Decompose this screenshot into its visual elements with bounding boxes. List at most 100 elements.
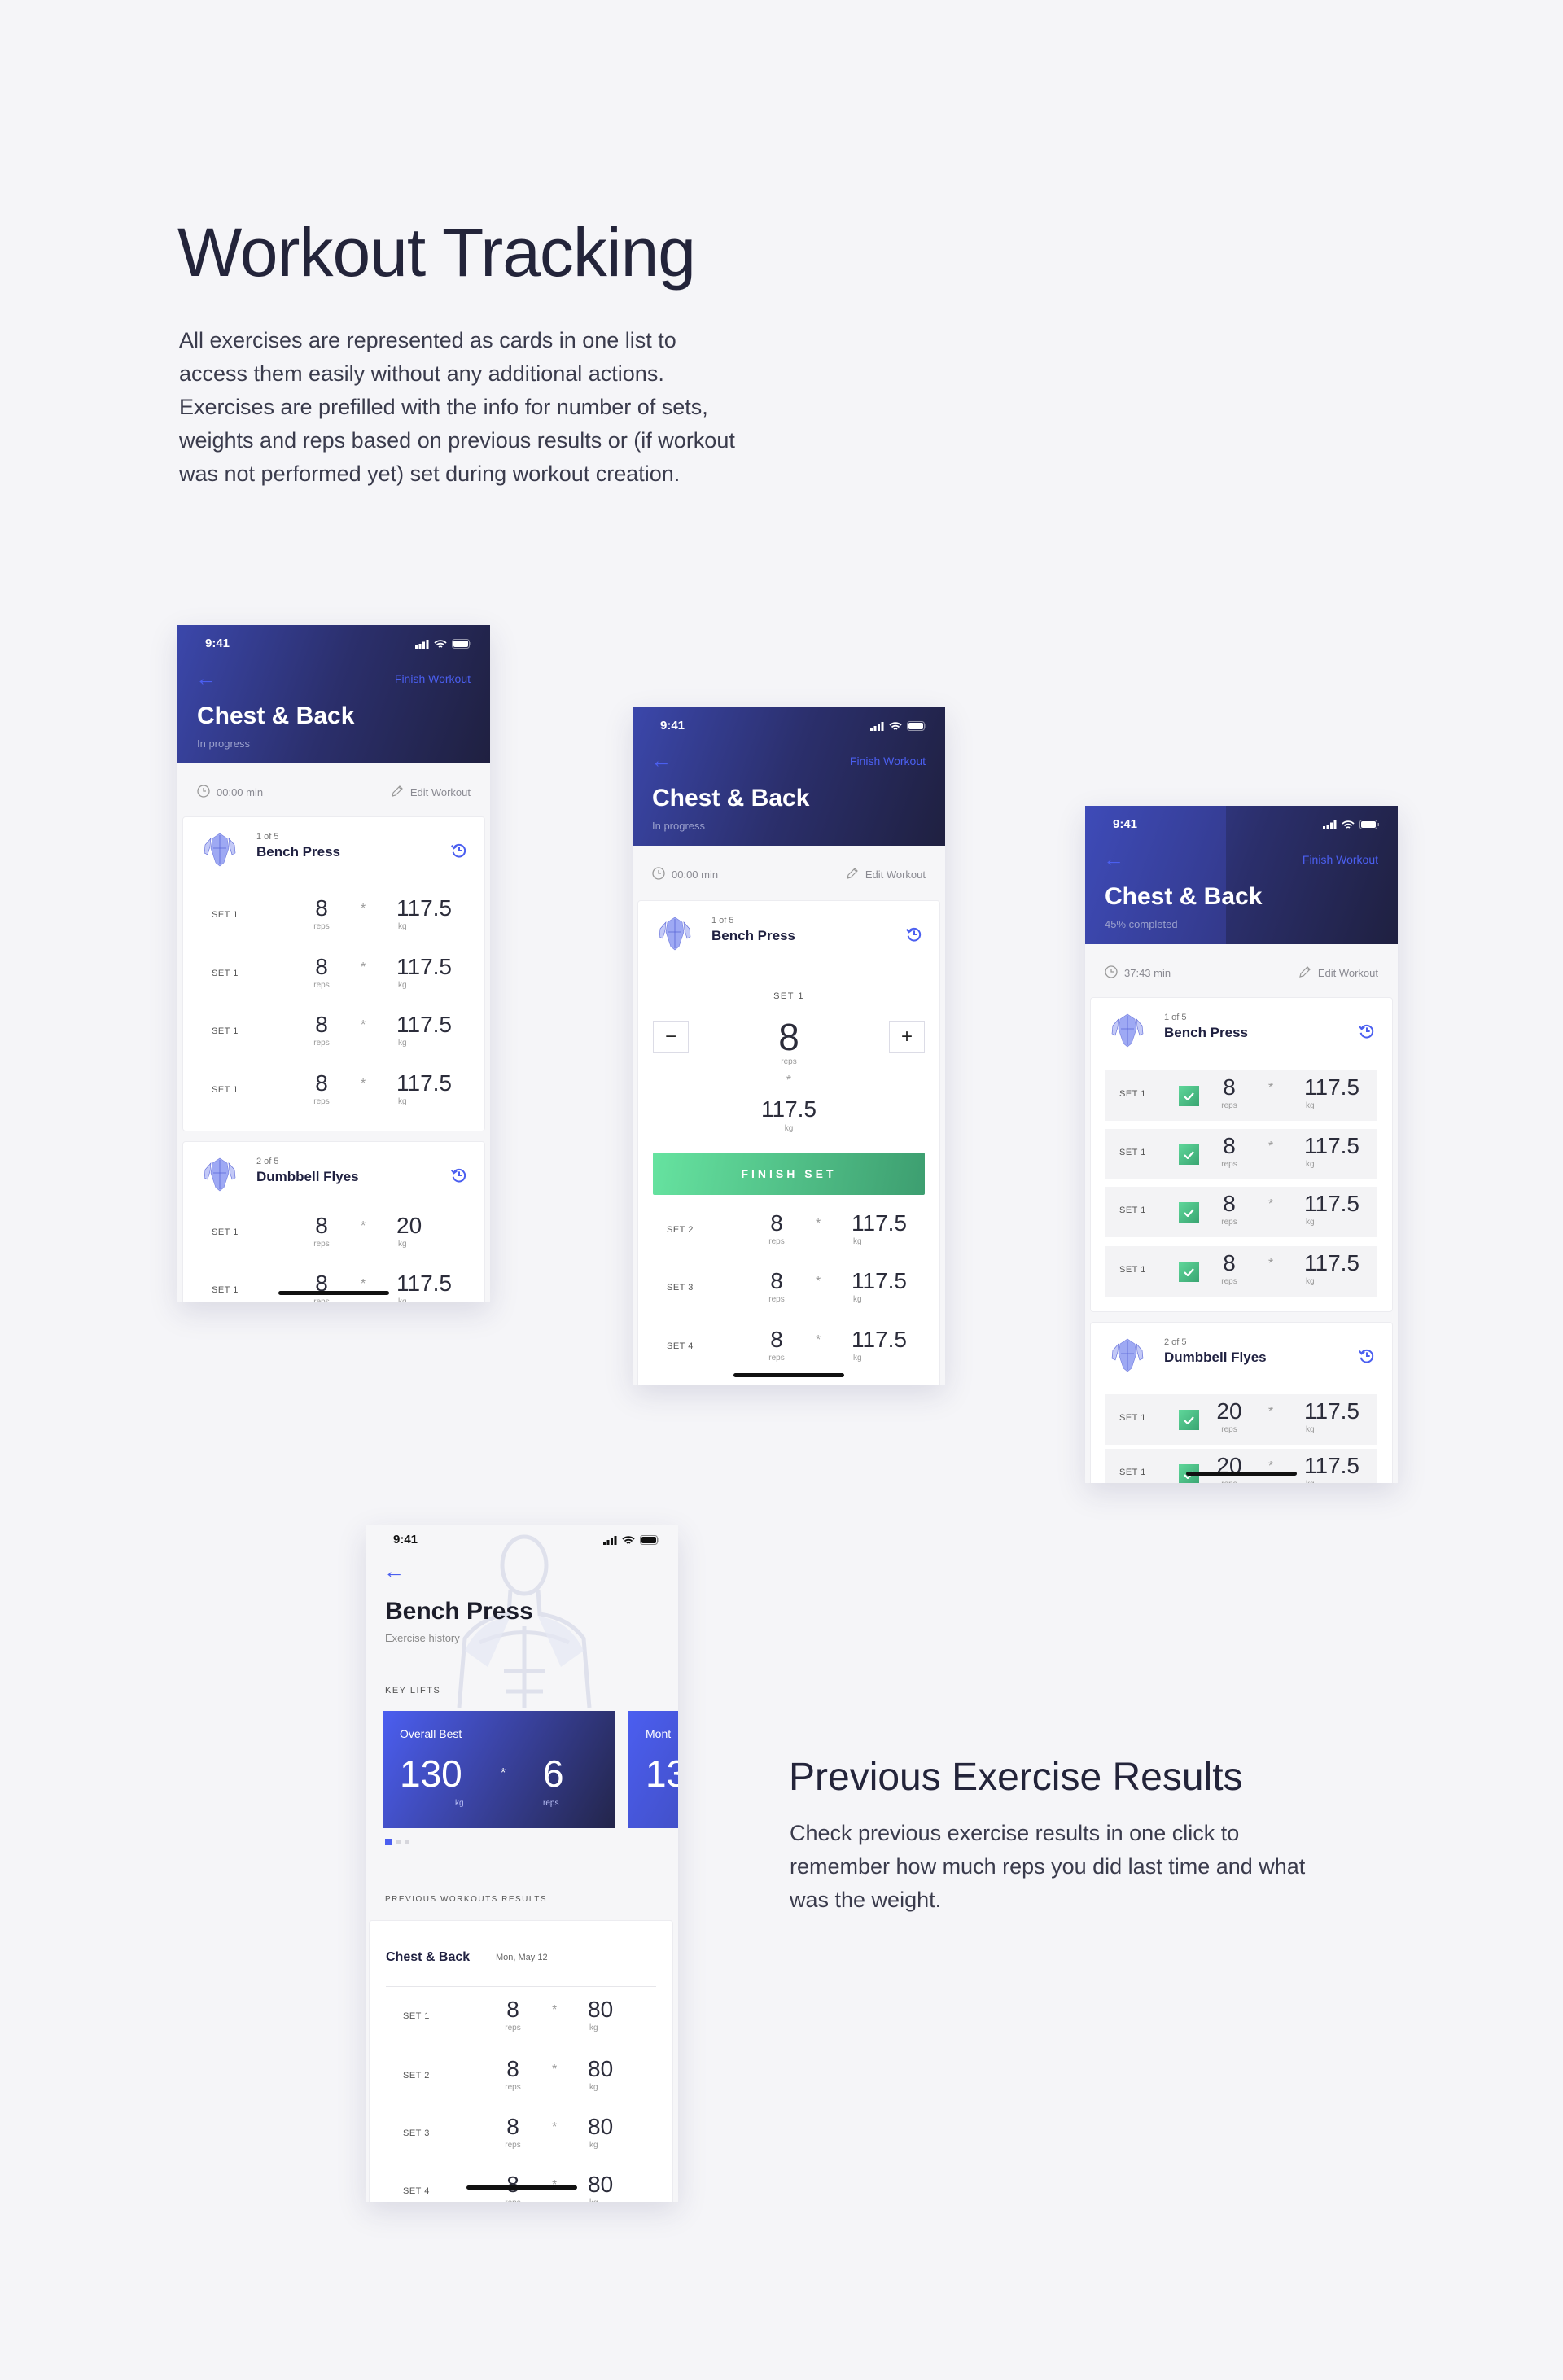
set-row[interactable]: SET 1 8 reps * 117.5 kg [183, 1267, 484, 1302]
key-lift-card[interactable]: Mont 13 [628, 1711, 678, 1828]
reps-value[interactable]: 8 [760, 1327, 793, 1353]
edit-workout-button[interactable]: Edit Workout [391, 785, 471, 800]
reps-value[interactable]: 8 [1213, 1250, 1246, 1276]
history-icon[interactable] [450, 1166, 468, 1184]
reps-value[interactable]: 8 [497, 2172, 529, 2198]
history-card[interactable]: Chest & Back Mon, May 12 SET 1 8 reps * … [369, 1920, 673, 2202]
set-row[interactable]: SET 1 8 reps * 117.5 kg [183, 1008, 484, 1057]
weight-value[interactable]: 80 [588, 1997, 613, 2023]
weight-value[interactable]: 117.5 [852, 1268, 907, 1294]
clock-icon [197, 785, 210, 800]
weight-value[interactable]: 117.5 [396, 1070, 452, 1096]
weight-value[interactable]: 117.5 [1304, 1250, 1359, 1276]
set-done-checkbox[interactable] [1179, 1262, 1199, 1282]
set-row[interactable]: SET 1 20 reps * 117.5 kg [1091, 1394, 1392, 1445]
history-icon[interactable] [1358, 1347, 1376, 1365]
weight-value[interactable]: 117.5 [1304, 1133, 1359, 1159]
weight-value[interactable]: 117.5 [396, 895, 452, 921]
set-row[interactable]: SET 2 8 reps * 80 kg [374, 2053, 672, 2102]
workout-title: Chest & Back [1105, 883, 1263, 910]
set-done-checkbox[interactable] [1179, 1202, 1199, 1223]
weight-value[interactable]: 117.5 [396, 1012, 452, 1038]
exercise-card[interactable]: 1 of 5 Bench Press SET 1 − + 8 reps * 11… [637, 900, 940, 1385]
status-icons [603, 1534, 660, 1549]
pencil-icon [391, 785, 404, 800]
set-row[interactable]: SET 1 8 reps * 117.5 kg [1091, 1129, 1392, 1179]
exercise-card[interactable]: 2 of 5 Dumbbell Flyes SET 1 8 reps * 20 … [182, 1141, 485, 1302]
reps-value[interactable]: 8 [305, 1012, 338, 1038]
set-done-checkbox[interactable] [1179, 1410, 1199, 1430]
reps-value[interactable]: 20 [1213, 1398, 1246, 1424]
weight-value[interactable]: 117.5 [396, 1271, 452, 1297]
reps-value[interactable]: 8 [760, 1268, 793, 1294]
carousel-dot[interactable] [385, 1839, 392, 1845]
weight-value[interactable]: 117.5 [852, 1210, 907, 1236]
finish-workout-button[interactable]: Finish Workout [1302, 853, 1378, 866]
carousel-dot[interactable] [396, 1840, 401, 1844]
reps-value[interactable]: 8 [497, 2056, 529, 2082]
reps-value[interactable]: 8 [1213, 1133, 1246, 1159]
weight-value[interactable]: 117.5 [1304, 1074, 1359, 1100]
finish-set-button[interactable]: FINISH SET [653, 1153, 925, 1195]
back-arrow-icon[interactable]: ← [1103, 848, 1124, 869]
set-row[interactable]: SET 2 8 reps * 117.5 kg [638, 1207, 939, 1256]
set-row[interactable]: SET 4 8 reps * 117.5 kg [638, 1323, 939, 1372]
back-arrow-icon[interactable]: ← [383, 1560, 405, 1582]
key-lift-card[interactable]: Overall Best 130 kg * 6 reps [383, 1711, 615, 1828]
set-row[interactable]: SET 1 8 reps * 20 kg [183, 1210, 484, 1258]
set-row[interactable]: SET 3 8 reps * 80 kg [374, 2111, 672, 2159]
reps-value[interactable]: 8 [305, 1213, 338, 1239]
set-row[interactable]: SET 1 8 reps * 117.5 kg [183, 1067, 484, 1116]
set-label: SET 1 [1119, 1265, 1146, 1275]
set-row[interactable]: SET 1 8 reps * 117.5 kg [1091, 1187, 1392, 1237]
edit-workout-button[interactable]: Edit Workout [846, 867, 926, 882]
set-row[interactable]: SET 1 8 reps * 117.5 kg [1091, 1246, 1392, 1297]
active-reps-value[interactable]: 8 [638, 1015, 939, 1059]
weight-value[interactable]: 117.5 [1304, 1398, 1359, 1424]
carousel-dot[interactable] [405, 1840, 409, 1844]
edit-workout-button[interactable]: Edit Workout [1298, 965, 1378, 981]
set-row[interactable]: SET 1 8 reps * 117.5 kg [1091, 1070, 1392, 1121]
reps-value[interactable]: 8 [497, 1997, 529, 2023]
weight-value[interactable]: 117.5 [396, 954, 452, 980]
status-time: 9:41 [660, 719, 685, 733]
weight-value[interactable]: 117.5 [852, 1327, 907, 1353]
history-icon[interactable] [1358, 1022, 1376, 1040]
set-done-checkbox[interactable] [1179, 1086, 1199, 1106]
back-arrow-icon[interactable]: ← [650, 750, 672, 771]
weight-unit: kg [1306, 1480, 1315, 1483]
exercise-name: Dumbbell Flyes [256, 1169, 359, 1184]
active-weight-value[interactable]: 117.5 [638, 1096, 939, 1122]
set-row[interactable]: SET 1 8 reps * 117.5 kg [183, 892, 484, 941]
reps-value[interactable]: 8 [497, 2114, 529, 2140]
weight-value[interactable]: 80 [588, 2172, 613, 2198]
back-arrow-icon[interactable]: ← [195, 667, 217, 689]
reps-value[interactable]: 8 [1213, 1074, 1246, 1100]
reps-value[interactable]: 8 [305, 895, 338, 921]
weight-value[interactable]: 80 [588, 2056, 613, 2082]
exercise-card[interactable]: 1 of 5 Bench Press SET 1 8 reps * 117.5 … [182, 816, 485, 1131]
reps-value[interactable]: 8 [760, 1210, 793, 1236]
set-row[interactable]: SET 3 8 reps * 117.5 kg [638, 1265, 939, 1314]
weight-value[interactable]: 117.5 [1304, 1191, 1359, 1217]
weight-unit: kg [1306, 1160, 1315, 1169]
set-done-checkbox[interactable] [1179, 1144, 1199, 1165]
check-icon [1184, 1150, 1194, 1159]
history-icon[interactable] [905, 925, 923, 943]
reps-value[interactable]: 8 [305, 954, 338, 980]
weight-value[interactable]: 117.5 [1304, 1453, 1359, 1479]
history-icon[interactable] [450, 842, 468, 860]
set-row[interactable]: SET 1 8 reps * 80 kg [374, 1993, 672, 2042]
exercise-card[interactable]: 1 of 5 Bench Press SET 1 8 reps * 117.5 … [1090, 997, 1393, 1312]
reps-value[interactable]: 8 [1213, 1191, 1246, 1217]
reps-unit: reps [543, 1799, 559, 1808]
weight-value[interactable]: 20 [396, 1213, 422, 1239]
reps-unit: reps [505, 2141, 521, 2150]
set-row[interactable]: SET 1 20 reps * 117.5 kg [1091, 1449, 1392, 1483]
set-row[interactable]: SET 1 8 reps * 117.5 kg [183, 951, 484, 1000]
finish-workout-button[interactable]: Finish Workout [850, 755, 926, 768]
reps-value[interactable]: 8 [305, 1070, 338, 1096]
exercise-card[interactable]: 2 of 5 Dumbbell Flyes SET 1 20 reps * 11… [1090, 1322, 1393, 1483]
finish-workout-button[interactable]: Finish Workout [395, 672, 471, 685]
weight-value[interactable]: 80 [588, 2114, 613, 2140]
